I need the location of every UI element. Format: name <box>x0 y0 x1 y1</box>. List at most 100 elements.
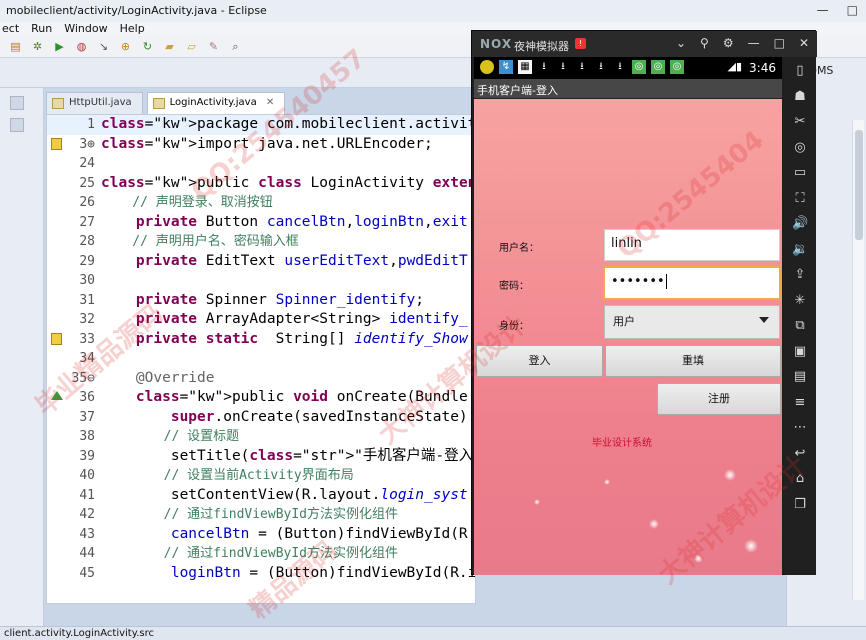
scrollbar-thumb[interactable] <box>855 130 863 240</box>
menu-window[interactable]: Window <box>64 22 107 36</box>
line-number: 29 <box>79 253 95 269</box>
code-line[interactable]: 41 setContentView(R.layout.login_syst <box>47 486 475 506</box>
code-line[interactable]: 27 private Button cancelBtn,loginBtn,exi… <box>47 213 475 233</box>
maximize-icon[interactable]: □ <box>774 36 785 50</box>
minimized-view-icon[interactable] <box>10 96 24 110</box>
code-line[interactable]: 37 super.onCreate(savedInstanceState) <box>47 408 475 428</box>
code-line[interactable]: 44 // 通过findViewById方法实例化组件 <box>47 544 475 564</box>
line-number: 26 <box>79 195 95 210</box>
reset-button[interactable]: 重填 <box>605 345 781 377</box>
robot-icon[interactable]: ☗ <box>792 89 808 105</box>
minimize-button[interactable]: — <box>817 3 829 17</box>
java-file-icon <box>152 98 165 109</box>
keyboard-icon[interactable]: ▭ <box>792 165 808 181</box>
code-line[interactable]: 40 // 设置当前Activity界面布局 <box>47 466 475 486</box>
code-line[interactable]: 28 // 声明用户名、密码输入框 <box>47 232 475 252</box>
warning-marker-icon[interactable] <box>51 332 62 345</box>
recent-icon[interactable]: ❐ <box>792 497 808 513</box>
line-number: 27 <box>79 214 95 230</box>
minimize-icon[interactable]: — <box>748 36 760 50</box>
override-marker-icon[interactable] <box>51 391 63 400</box>
identity-spinner[interactable]: 用户 <box>604 305 780 339</box>
code-line[interactable]: 1 class="kw">package com.mobileclient.act… <box>47 115 476 135</box>
run-icon[interactable]: ▶ <box>52 39 67 54</box>
close-icon[interactable]: ✕ <box>799 36 809 50</box>
login-button[interactable]: 登入 <box>476 345 603 377</box>
sparkle-decoration <box>534 499 540 505</box>
code-line[interactable]: 38 // 设置标题 <box>47 427 475 447</box>
back-icon[interactable]: ↩ <box>792 446 808 462</box>
menu-help[interactable]: Help <box>120 22 145 36</box>
sparkle-decoration <box>649 519 659 529</box>
code-line[interactable]: 34 <box>47 349 475 369</box>
fullscreen-icon[interactable]: ⛶ <box>792 191 808 207</box>
sparkle-decoration <box>604 479 610 485</box>
menu-icon[interactable]: ≡ <box>792 395 808 411</box>
new-class-icon[interactable]: ⊕ <box>118 39 133 54</box>
code-line[interactable]: 43 cancelBtn = (Button)findViewById(R <box>47 525 475 545</box>
coverage-icon[interactable]: ◍ <box>74 39 89 54</box>
collapse-icon[interactable]: ⌄ <box>676 36 686 50</box>
code-line[interactable]: 45 loginBtn = (Button)findViewById(R.id.… <box>47 564 475 584</box>
close-tab-icon[interactable]: ✕ <box>266 97 274 108</box>
line-number: 36 <box>79 390 95 405</box>
code-editor[interactable]: 1 class="kw">package com.mobileclient.act… <box>46 114 476 604</box>
menu-run[interactable]: Run <box>31 22 52 36</box>
volume-down-icon[interactable]: 🔉 <box>792 242 808 258</box>
open-folder-icon[interactable]: ▰ <box>162 39 177 54</box>
code-line[interactable]: 25 class="kw">public class LoginActivity … <box>47 174 475 194</box>
apk-install-icon[interactable]: ⇪ <box>792 267 808 283</box>
notice-badge: ! <box>575 38 586 49</box>
maximize-button[interactable]: □ <box>847 3 858 17</box>
code-line[interactable]: 39 setTitle(class="str">"手机客户端-登入"); <box>47 447 475 467</box>
phone-icon[interactable]: ▯ <box>792 63 808 79</box>
volume-up-icon[interactable]: 🔊 <box>792 216 808 232</box>
camera-icon[interactable]: ▣ <box>792 344 808 360</box>
code-line[interactable]: 31 private Spinner Spinner_identify; <box>47 291 475 311</box>
build-icon[interactable]: ▤ <box>8 39 23 54</box>
code-text: // 声明登录、取消按钮 <box>101 195 273 210</box>
editor-tabs: HttpUtil.java LoginActivity.java ✕ <box>46 92 476 114</box>
menu-project[interactable]: ect <box>2 22 19 36</box>
screenshot-icon[interactable]: ⧉ <box>792 318 808 334</box>
search-icon[interactable]: ⌕ <box>228 39 243 54</box>
home-icon[interactable]: ⌂ <box>792 471 808 487</box>
editor-scrollbar[interactable] <box>852 120 864 600</box>
code-line[interactable]: 33 private static String[] identify_Show <box>47 330 475 350</box>
code-line[interactable]: 26 // 声明登录、取消按钮 <box>47 193 475 213</box>
username-input[interactable]: linlin <box>604 229 780 261</box>
code-line[interactable]: 29 private EditText userEditText,pwdEdit… <box>47 252 475 272</box>
code-text: class="kw">package com.mobileclient.acti… <box>101 116 476 132</box>
folder-icon[interactable]: ▤ <box>792 369 808 385</box>
emulator-title-bar: NOX 夜神模拟器 ! ⌄ ⚲ ⚙ — □ ✕ <box>472 31 817 57</box>
code-line[interactable]: 35⊖ @Override <box>47 369 475 389</box>
tab-httputil[interactable]: HttpUtil.java <box>46 92 143 114</box>
notification-icons: ↯ ▦ ⭳ ⭳ ⭳ ⭳ ⭳ ◎ ◎ ◎ <box>480 60 684 74</box>
warning-marker-icon[interactable] <box>51 137 62 150</box>
pin-icon[interactable]: ⚲ <box>700 36 709 50</box>
code-text: private static String[] identify_Show <box>135 330 468 347</box>
code-line[interactable]: 32 private ArrayAdapter<String> identify… <box>47 310 475 330</box>
settings-icon[interactable]: ⚙ <box>723 36 734 50</box>
pencil-icon[interactable]: ✎ <box>206 39 221 54</box>
minimized-view-icon[interactable] <box>10 118 24 132</box>
open-file-icon[interactable]: ▱ <box>184 39 199 54</box>
more-icon[interactable]: ⋯ <box>792 420 808 436</box>
code-line[interactable]: 30 <box>47 271 475 291</box>
tab-loginactivity[interactable]: LoginActivity.java ✕ <box>146 92 286 114</box>
refresh-icon[interactable]: ↻ <box>140 39 155 54</box>
sparkle-decoration <box>744 539 758 553</box>
debug-icon[interactable]: ✲ <box>30 39 45 54</box>
register-button[interactable]: 注册 <box>657 383 781 415</box>
scissors-icon[interactable]: ✂ <box>792 114 808 130</box>
code-line[interactable]: 42 // 通过findViewById方法实例化组件 <box>47 505 475 525</box>
code-line[interactable]: 36 class="kw">public void onCreate(Bundl… <box>47 388 475 408</box>
code-line[interactable]: 3⊕ class="kw">import java.net.URLEncoder; <box>47 135 475 155</box>
shake-icon[interactable]: ✳ <box>792 293 808 309</box>
password-input[interactable]: ••••••• <box>603 266 781 300</box>
location-icon[interactable]: ◎ <box>792 140 808 156</box>
line-number: 45 <box>79 565 95 581</box>
code-line[interactable]: 24 <box>47 154 475 174</box>
android-screen: ↯ ▦ ⭳ ⭳ ⭳ ⭳ ⭳ ◎ ◎ ◎ ◢▮ 3:46 手机客户端-登入 用户名… <box>474 57 782 575</box>
tool-icon[interactable]: ↘ <box>96 39 111 54</box>
